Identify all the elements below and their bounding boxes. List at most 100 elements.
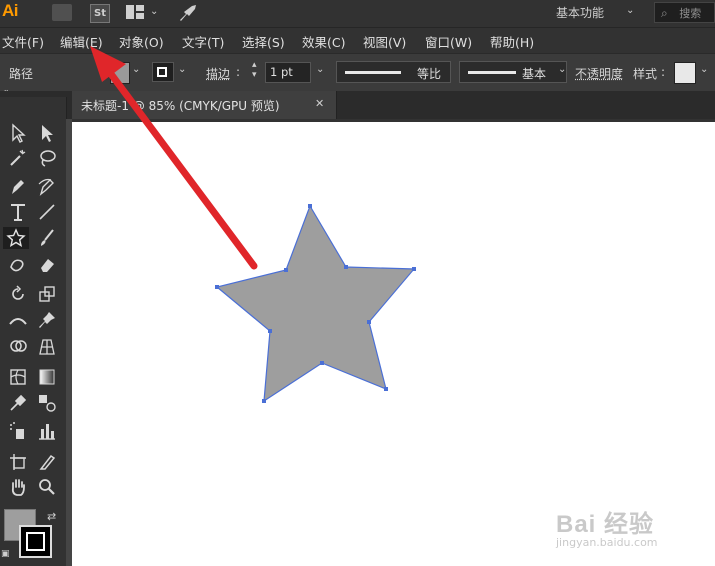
eyedropper-tool[interactable] [5, 392, 31, 414]
symbol-sprayer-tool[interactable] [5, 420, 31, 442]
graphic-style-swatch[interactable] [674, 62, 696, 84]
symbol-sprayer-icon [10, 422, 24, 439]
curvature-tool[interactable] [34, 175, 60, 197]
menu-help[interactable]: 帮助(H) [490, 32, 534, 51]
selection-arrow-icon [12, 123, 26, 143]
chevron-down-icon[interactable]: ⌄ [700, 64, 708, 75]
slice-icon [39, 454, 56, 470]
document-tab-strip: 未标题-1 @ 85% (CMYK/GPU 预览) ✕ [0, 91, 715, 119]
star-tool[interactable] [3, 227, 29, 249]
stock-button[interactable]: St [90, 4, 110, 23]
style-label: 样式 [633, 67, 658, 81]
zoom-icon [39, 479, 55, 495]
menu-object[interactable]: 对象(O) [119, 32, 164, 51]
variable-width-profile-dropdown[interactable]: 等比 [336, 61, 451, 83]
width-icon [9, 318, 27, 325]
scale-tool[interactable] [34, 283, 60, 305]
watermark-url: jingyan.baidu.com [556, 536, 658, 549]
direct-selection-tool[interactable] [34, 122, 60, 144]
rotate-tool[interactable] [5, 283, 31, 305]
artboard-canvas[interactable] [72, 122, 715, 566]
width-tool[interactable] [5, 309, 31, 331]
hand-tool[interactable] [5, 476, 31, 498]
default-colors-icon[interactable]: ▣ [1, 549, 10, 559]
workspace-switcher[interactable]: 基本功能 ⌄ [556, 3, 642, 23]
perspective-grid-icon [39, 339, 55, 355]
blend-tool[interactable] [34, 392, 60, 414]
stroke-color-swatch[interactable] [152, 62, 174, 82]
lasso-icon [40, 150, 56, 167]
eraser-tool[interactable] [34, 254, 60, 276]
workspace-label: 基本功能 [556, 6, 605, 20]
scale-icon [39, 286, 55, 302]
puppet-warp-tool[interactable] [34, 309, 60, 331]
close-icon[interactable]: ✕ [315, 97, 324, 110]
blend-icon [39, 395, 56, 412]
stroke-colon: : [236, 65, 241, 79]
menu-bar: 文件(F) 编辑(E) 对象(O) 文字(T) 选择(S) 效果(C) 视图(V… [0, 27, 715, 53]
document-tab[interactable]: 未标题-1 @ 85% (CMYK/GPU 预览) ✕ [72, 91, 337, 119]
perspective-grid-tool[interactable] [34, 336, 60, 358]
artwork-layer [215, 204, 416, 403]
selection-type-label: 路径 [9, 67, 34, 81]
column-graph-tool[interactable] [34, 420, 60, 442]
menu-effect[interactable]: 效果(C) [302, 32, 345, 51]
menu-type[interactable]: 文字(T) [182, 32, 224, 51]
pen-tool[interactable] [5, 175, 31, 197]
curvature-pen-icon [38, 178, 54, 196]
app-logo: Ai [2, 1, 19, 20]
menu-view[interactable]: 视图(V) [363, 32, 406, 51]
stroke-weight-value: 1 pt [270, 65, 293, 79]
bar-chart-icon [39, 424, 55, 440]
opacity-label[interactable]: 不透明度 [575, 65, 623, 82]
fill-color-swatch[interactable] [110, 62, 130, 84]
chevron-down-icon: ⌄ [626, 5, 635, 16]
paintbrush-tool[interactable] [34, 227, 60, 249]
stepper-icon[interactable]: ▴ ▾ [252, 60, 257, 80]
rocket-icon[interactable] [178, 4, 198, 22]
type-tool[interactable] [5, 201, 31, 223]
brush-definition-dropdown[interactable]: 基本 [459, 61, 567, 83]
lasso-tool[interactable] [34, 147, 60, 169]
profile-label: 等比 [417, 67, 442, 81]
style-colon: : [661, 65, 666, 79]
shaper-tool[interactable] [5, 254, 31, 276]
document-tab-title: 未标题-1 @ 85% (CMYK/GPU 预览) [81, 99, 280, 113]
star-shape[interactable] [215, 204, 416, 403]
title-bar: Ai St ⌄ 基本功能 ⌄ ⌕ 搜索 [0, 0, 715, 26]
hand-icon [11, 479, 25, 496]
profile-preview [345, 71, 401, 74]
stroke-label[interactable]: 描边 [206, 65, 230, 82]
swap-fill-stroke-icon[interactable]: ⇄ [47, 510, 56, 523]
magic-wand-icon [10, 149, 26, 166]
menu-window[interactable]: 窗口(W) [425, 32, 472, 51]
direct-selection-icon [42, 125, 53, 142]
menu-edit[interactable]: 编辑(E) [60, 32, 103, 51]
chevron-down-icon[interactable]: ⌄ [132, 64, 140, 75]
chevron-down-icon[interactable]: ⌄ [178, 64, 186, 75]
search-icon: ⌕ [661, 6, 668, 20]
gradient-tool[interactable] [34, 366, 60, 388]
stroke-color-box[interactable] [19, 525, 52, 558]
slice-tool[interactable] [34, 451, 60, 473]
shape-builder-tool[interactable] [5, 336, 31, 358]
stroke-weight-field[interactable]: 1 pt [265, 62, 311, 83]
type-icon [11, 204, 25, 221]
chevron-down-icon[interactable]: ⌄ [558, 64, 566, 75]
menu-file[interactable]: 文件(F) [2, 32, 44, 51]
selection-tool[interactable] [5, 122, 31, 144]
bridge-icon[interactable] [52, 4, 72, 21]
brush-label: 基本 [522, 67, 547, 81]
zoom-tool[interactable] [34, 476, 60, 498]
chevron-down-icon[interactable]: ⌄ [150, 6, 158, 17]
mesh-tool[interactable] [5, 366, 31, 388]
search-field[interactable]: ⌕ 搜索 [654, 2, 715, 23]
eraser-icon [41, 259, 54, 272]
menu-select[interactable]: 选择(S) [242, 32, 285, 51]
chevron-down-icon[interactable]: ⌄ [316, 64, 324, 75]
artboard-tool[interactable] [5, 451, 31, 473]
line-segment-tool[interactable] [34, 201, 60, 223]
search-placeholder: 搜索 [679, 7, 702, 20]
magic-wand-tool[interactable] [5, 147, 31, 169]
arrange-documents-icon[interactable] [126, 5, 144, 19]
